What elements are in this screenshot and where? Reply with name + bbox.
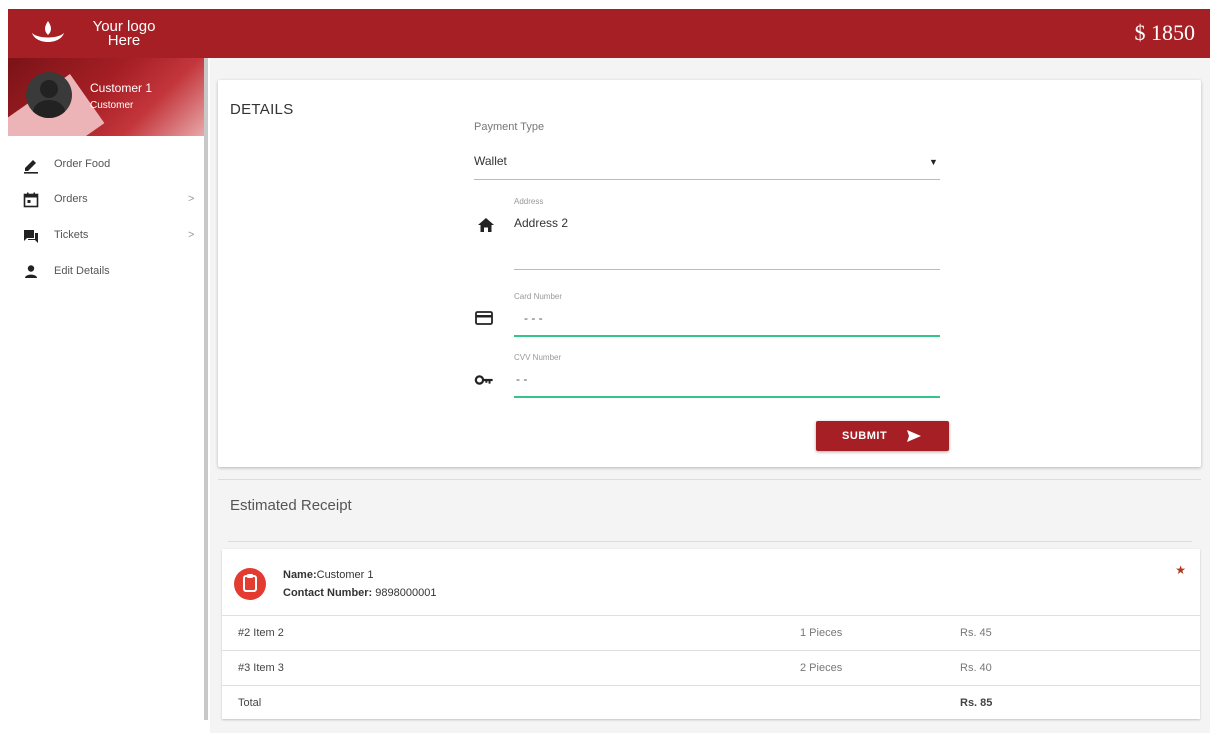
card-number-input[interactable]: - - - — [514, 308, 940, 338]
calendar-icon — [23, 192, 39, 208]
person-icon — [25, 265, 37, 278]
sidebar-item-label: Order Food — [54, 158, 111, 170]
item-name: #2 Item 2 — [238, 627, 284, 639]
total-value: Rs. 85 — [960, 697, 993, 709]
app-header: Your logo Here $ 1850 — [8, 9, 1210, 58]
item-price: Rs. 40 — [960, 662, 992, 674]
sidebar: Customer 1 Customer Order Food Orders > … — [8, 58, 204, 718]
sidebar-item-orders[interactable]: Orders > — [8, 185, 204, 215]
submit-button[interactable]: SUBMIT — [816, 421, 949, 451]
receipt-divider — [228, 541, 1192, 542]
credit-card-icon — [475, 311, 493, 325]
details-title: DETAILS — [230, 101, 294, 118]
key-icon — [474, 375, 493, 385]
receipt-avatar — [234, 568, 266, 600]
profile-name: Customer 1 — [90, 81, 153, 95]
logo-line-2: Here — [107, 32, 141, 49]
table-row: #3 Item 3 2 Pieces Rs. 40 — [222, 651, 1200, 685]
contact-label: Contact Number: — [283, 587, 373, 599]
item-price: Rs. 45 — [960, 627, 992, 639]
profile-card: Customer 1 Customer — [8, 58, 204, 136]
submit-label: SUBMIT — [842, 430, 888, 442]
caret-down-icon: ▼ — [929, 157, 938, 167]
receipt-customer-name: Name:Customer 1 — [283, 569, 373, 581]
avatar[interactable] — [26, 72, 72, 118]
clipboard-icon — [243, 574, 257, 592]
table-row: #2 Item 2 1 Pieces Rs. 45 — [222, 616, 1200, 650]
home-icon — [478, 218, 494, 232]
logo-icon — [32, 21, 64, 42]
cvv-underline — [514, 396, 940, 398]
cvv-input[interactable]: - - — [514, 370, 940, 400]
receipt-title: Estimated Receipt — [230, 497, 352, 514]
chat-icon — [24, 230, 38, 243]
sidebar-item-label: Orders — [54, 193, 88, 205]
receipt-card: Name:Customer 1 Contact Number: 98980000… — [222, 549, 1200, 719]
item-qty: 2 Pieces — [800, 662, 843, 674]
send-icon — [907, 430, 921, 442]
name-label: Name: — [283, 569, 317, 581]
payment-type-value: Wallet — [474, 154, 507, 168]
card-number-label: Card Number — [514, 292, 563, 301]
chevron-right-icon: > — [188, 193, 195, 205]
address-underline — [514, 269, 940, 270]
payment-type-underline — [474, 179, 940, 180]
receipt-divider — [218, 479, 1201, 480]
total-row: Total Rs. 85 — [222, 686, 1200, 719]
sidebar-item-label: Edit Details — [54, 265, 110, 277]
sidebar-scrollbar[interactable] — [204, 58, 208, 720]
details-card: DETAILS Payment Type Wallet ▼ Address Ad… — [218, 80, 1201, 467]
payment-type-label: Payment Type — [474, 121, 545, 133]
address-label: Address — [514, 197, 544, 206]
contact-value: 9898000001 — [372, 587, 437, 599]
cvv-label: CVV Number — [514, 353, 562, 362]
sidebar-item-tickets[interactable]: Tickets > — [8, 221, 204, 251]
star-icon[interactable]: ★ — [1175, 563, 1186, 577]
profile-role: Customer — [90, 100, 134, 111]
item-name: #3 Item 3 — [238, 662, 284, 674]
payment-type-select[interactable]: Wallet ▼ — [474, 146, 940, 180]
receipt-contact: Contact Number: 9898000001 — [283, 587, 436, 599]
sidebar-item-order-food[interactable]: Order Food — [8, 150, 204, 180]
total-label: Total — [238, 697, 262, 709]
sidebar-item-edit-details[interactable]: Edit Details — [8, 257, 204, 287]
address-field[interactable]: Address 2 — [514, 212, 940, 272]
sidebar-item-label: Tickets — [54, 229, 89, 241]
cvv-value: - - — [516, 372, 528, 386]
wallet-balance: $ 1850 — [1134, 20, 1196, 45]
logo-text: Your logo Here — [74, 19, 174, 49]
chevron-right-icon: > — [188, 229, 195, 241]
card-number-value: - - - — [524, 311, 543, 325]
pencil-icon — [24, 160, 38, 174]
address-value: Address 2 — [514, 216, 569, 230]
name-value: Customer 1 — [316, 569, 374, 581]
card-number-underline — [514, 335, 940, 337]
item-qty: 1 Pieces — [800, 627, 843, 639]
